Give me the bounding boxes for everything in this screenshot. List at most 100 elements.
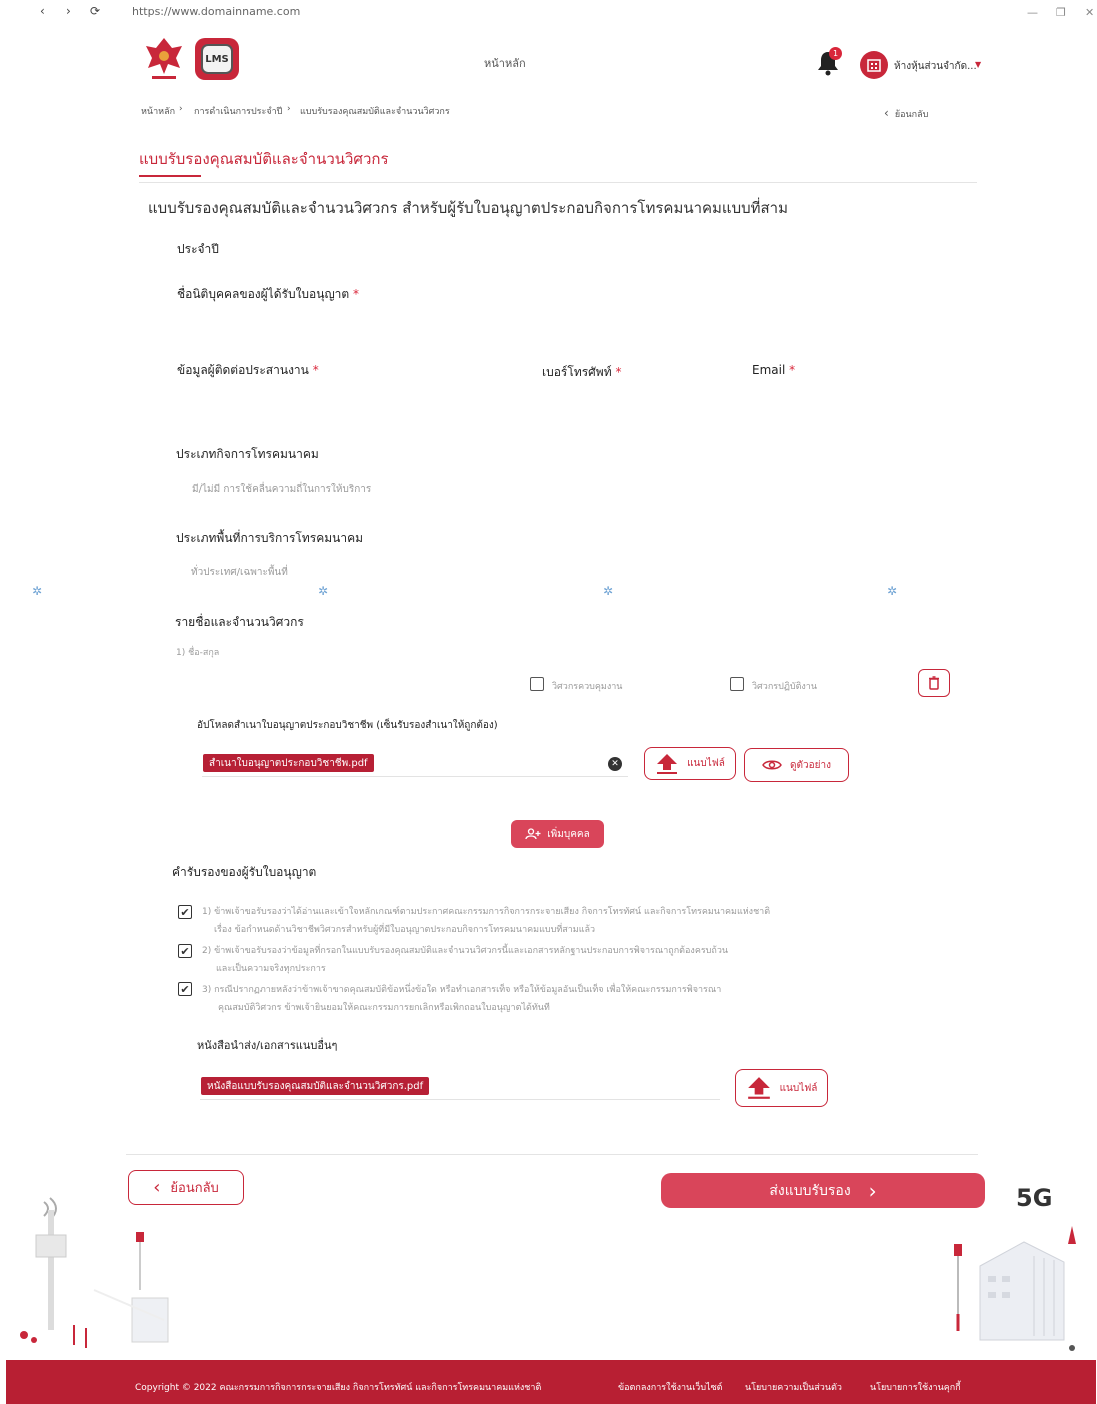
engineer-name-field[interactable]: 1) ชื่อ-สกุล: [176, 645, 219, 659]
required-mark: *: [353, 287, 360, 301]
company-name[interactable]: ห้างหุ้นส่วนจำกัด...: [894, 59, 977, 74]
title-underline: [139, 175, 201, 177]
cert-text-2: 2) ข้าพเจ้าขอรับรองว่าข้อมูลที่กรอกในแบบ…: [202, 942, 872, 978]
restore-icon[interactable]: ❐: [1056, 6, 1066, 19]
nbtc-logo[interactable]: [142, 34, 186, 82]
browser-reload-button[interactable]: ⟳: [90, 4, 100, 18]
chevron-left-icon: ‹: [884, 106, 889, 120]
required-mark: *: [789, 363, 796, 377]
lms-logo[interactable]: LMS: [195, 38, 239, 80]
cert-text-1-line2: เรื่อง ข้อกำหนดด้านวิชาชีพวิศวกรสำหรับผู…: [214, 925, 596, 935]
attach-license-label: แนบไฟล์: [687, 758, 725, 769]
add-person-label: เพิ่มบุคคล: [547, 828, 590, 840]
eye-icon: [762, 760, 782, 770]
tower-illustration-left: [20, 1197, 169, 1348]
submit-button[interactable]: ส่งแบบรับรอง ›: [661, 1173, 985, 1208]
required-mark: *: [312, 363, 319, 377]
view-example-label: ดูตัวอย่าง: [790, 759, 831, 771]
breadcrumb-separator: ›: [179, 104, 183, 114]
certification-heading: คำรับรองของผู้รับใบอนุญาต: [172, 865, 317, 879]
other-docs-file-chip[interactable]: หนังสือแบบรับรองคุณสมบัติและจำนวนวิศวกร.…: [201, 1077, 430, 1095]
service-area-value: ทั่วประเทศ/เฉพาะพื้นที่: [191, 567, 288, 578]
minimize-icon[interactable]: —: [1027, 6, 1038, 19]
phone-text: เบอร์โทรศัพท์: [542, 365, 612, 379]
building-illustration-right: 5G: [954, 1184, 1076, 1351]
footer-link-cookies[interactable]: นโยบายการใช้งานคุกกี้: [870, 1380, 961, 1394]
footer: Copyright © 2022 คณะกรรมการกิจการกระจายเ…: [6, 1360, 1096, 1404]
actions-divider: [126, 1154, 978, 1155]
checkmark-icon: ✔: [180, 982, 190, 996]
building-icon[interactable]: [860, 51, 888, 79]
business-type-label: ประเภทกิจการโทรคมนาคม: [176, 447, 319, 461]
licensee-name-text: ชื่อนิติบุคคลของผู้ได้รับใบอนุญาต: [177, 287, 350, 301]
fiveg-text: 5G: [1016, 1184, 1052, 1212]
trash-icon: [929, 676, 939, 690]
email-label: Email *: [752, 363, 795, 377]
loading-sparkle-icon: ✲: [603, 584, 614, 598]
cert-text-2-line2: และเป็นความจริงทุกประการ: [216, 964, 326, 974]
top-back-label: ย้อนกลับ: [894, 110, 929, 120]
service-area-label: ประเภทพื้นที่การบริการโทรคมนาคม: [176, 531, 364, 545]
breadcrumb-item-annual[interactable]: การดำเนินการประจำปี: [194, 104, 282, 118]
cert-text-3: 3) กรณีปรากฏภายหลังว่าข้าพเจ้าขาดคุณสมบั…: [202, 981, 872, 1017]
engineers-label: รายชื่อและจำนวนวิศวกร: [175, 615, 304, 629]
other-docs-underline: [200, 1099, 720, 1100]
upload-icon: [747, 1077, 770, 1099]
title-divider: [139, 182, 977, 183]
practice-engineer-checkbox[interactable]: [730, 677, 744, 691]
breadcrumb-separator: ›: [287, 104, 291, 114]
chevron-down-icon[interactable]: ▼: [975, 60, 981, 69]
loading-sparkle-icon: ✲: [318, 584, 329, 598]
chevron-right-icon: ›: [868, 1178, 877, 1203]
business-type-value: มี/ไม่มี การใช้คลื่นความถี่ในการให้บริกา…: [192, 484, 372, 495]
view-example-button[interactable]: ดูตัวอย่าง: [744, 748, 849, 782]
attach-other-docs-button[interactable]: แนบไฟล์: [735, 1069, 828, 1107]
checkmark-icon: ✔: [180, 944, 190, 958]
add-user-icon: [525, 828, 541, 840]
cert-text-2-line1: 2) ข้าพเจ้าขอรับรองว่าข้อมูลที่กรอกในแบบ…: [202, 946, 729, 956]
upload-license-label: อัปโหลดสำเนาใบอนุญาตประกอบวิชาชีพ (เซ็นร…: [197, 720, 498, 731]
breadcrumb-item-home[interactable]: หน้าหลัก: [141, 104, 175, 118]
required-mark: *: [615, 365, 622, 379]
footer-link-privacy[interactable]: นโยบายความเป็นส่วนตัว: [745, 1380, 842, 1394]
license-file-chip[interactable]: สำเนาใบอนุญาตประกอบวิชาชีพ.pdf: [203, 754, 374, 772]
address-bar[interactable]: https://www.domainname.com: [132, 5, 300, 18]
delete-engineer-button[interactable]: [918, 669, 950, 697]
cert-text-1-line1: 1) ข้าพเจ้าขอรับรองว่าได้อ่านและเข้าใจหล…: [202, 907, 771, 917]
control-engineer-checkbox[interactable]: [530, 677, 544, 691]
control-engineer-label: วิศวกรควบคุมงาน: [552, 682, 623, 692]
remove-file-icon[interactable]: ✕: [608, 757, 622, 771]
close-icon[interactable]: ✕: [1085, 6, 1094, 19]
coordinator-text: ข้อมูลผู้ติดต่อประสานงาน: [177, 363, 309, 377]
add-person-button[interactable]: เพิ่มบุคคล: [511, 820, 604, 848]
other-docs-label: หนังสือนำส่ง/เอกสารแนบอื่นๆ: [197, 1039, 338, 1052]
year-label: ประจำปี: [177, 242, 219, 256]
top-back-link[interactable]: ‹ ย้อนกลับ: [884, 106, 928, 121]
back-button-label: ย้อนกลับ: [170, 1181, 219, 1196]
loading-sparkle-icon: ✲: [887, 584, 898, 598]
cert-checkbox-2[interactable]: ✔: [178, 944, 192, 958]
notification-badge: 1: [829, 47, 842, 60]
footer-link-terms[interactable]: ข้อตกลงการใช้งานเว็บไซต์: [618, 1380, 723, 1394]
cert-checkbox-1[interactable]: ✔: [178, 905, 192, 919]
cert-text-3-line1: 3) กรณีปรากฏภายหลังว่าข้าพเจ้าขาดคุณสมบั…: [202, 985, 722, 995]
lms-logo-text: LMS: [201, 44, 233, 74]
licensee-name-label: ชื่อนิติบุคคลของผู้ได้รับใบอนุญาต *: [177, 285, 359, 304]
cert-text-1: 1) ข้าพเจ้าขอรับรองว่าได้อ่านและเข้าใจหล…: [202, 903, 872, 939]
cert-checkbox-3[interactable]: ✔: [178, 982, 192, 996]
phone-label: เบอร์โทรศัพท์ *: [542, 363, 621, 382]
loading-sparkle-icon: ✲: [32, 584, 43, 598]
browser-back-button[interactable]: ‹: [40, 4, 45, 18]
attach-license-button[interactable]: แนบไฟล์: [644, 747, 736, 780]
browser-forward-button[interactable]: ›: [66, 4, 71, 18]
breadcrumb-item-current: แบบรับรองคุณสมบัติและจำนวนวิศวกร: [300, 107, 450, 117]
coordinator-label: ข้อมูลผู้ติดต่อประสานงาน *: [177, 361, 319, 380]
cert-text-3-line2: คุณสมบัติวิศวกร ข้าพเจ้ายินยอมให้คณะกรรม…: [218, 1003, 550, 1013]
page-title: แบบรับรองคุณสมบัติและจำนวนวิศวกร: [139, 150, 389, 168]
file-field-underline: [202, 776, 628, 777]
nav-home-link[interactable]: หน้าหลัก: [484, 54, 526, 72]
submit-button-label: ส่งแบบรับรอง: [769, 1182, 851, 1199]
footer-copyright: Copyright © 2022 คณะกรรมการกิจการกระจายเ…: [135, 1383, 542, 1393]
practice-engineer-label: วิศวกรปฏิบัติงาน: [752, 682, 818, 692]
attach-other-docs-label: แนบไฟล์: [779, 1082, 818, 1094]
